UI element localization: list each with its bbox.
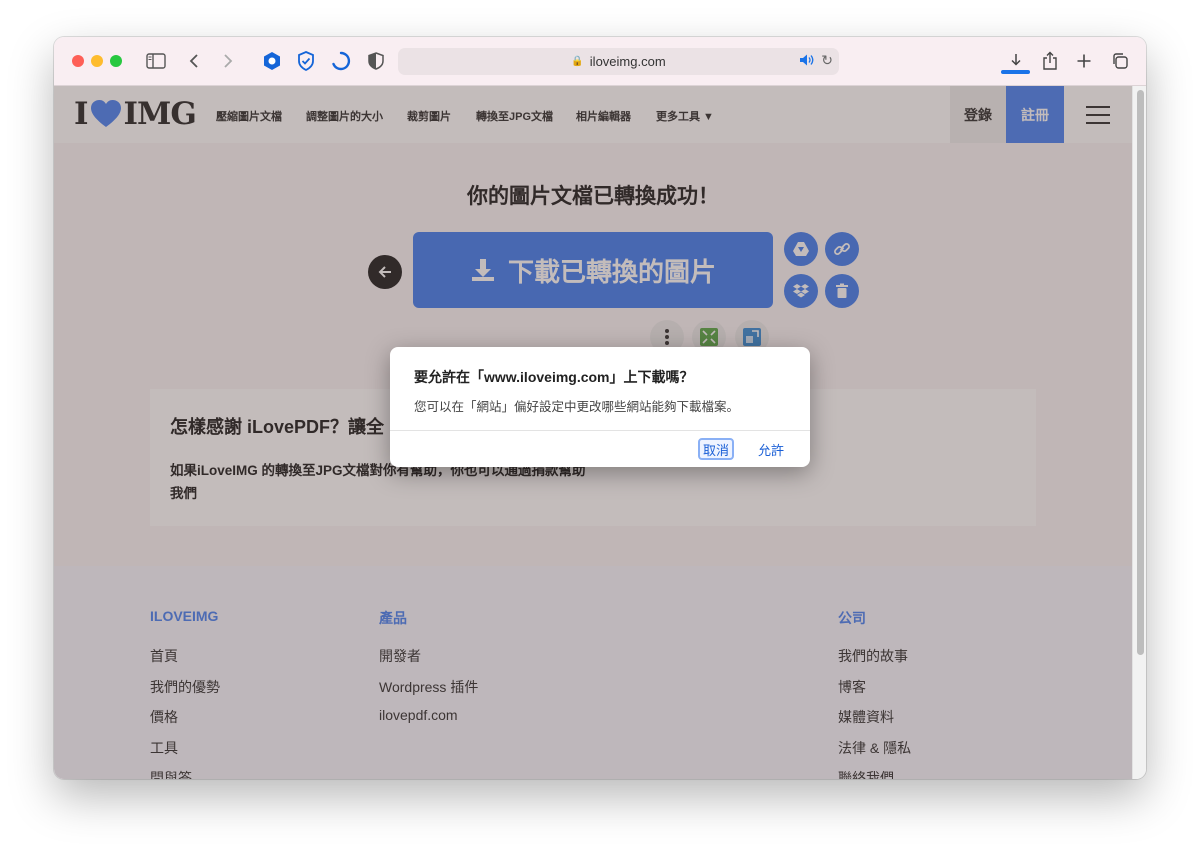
page-scrollbar[interactable] <box>1132 86 1146 779</box>
browser-toolbar: 🔒 iloveimg.com ↻ <box>54 37 1146 86</box>
minimize-window-button[interactable] <box>91 55 103 67</box>
shield-check-icon[interactable] <box>294 49 318 73</box>
download-permission-dialog: 要允許在「www.iloveimg.com」上下載嗎？ 您可以在「網站」偏好設定… <box>390 347 810 467</box>
privacy-shield-icon[interactable] <box>364 49 388 73</box>
extension-hex-icon[interactable] <box>260 49 284 73</box>
web-page: I IMG 壓縮圖片文檔 調整圖片的大小 裁剪圖片 轉換至JPG文檔 相片編輯器… <box>54 86 1132 779</box>
close-window-button[interactable] <box>72 55 84 67</box>
browser-window: 🔒 iloveimg.com ↻ I IMG 壓縮圖片文檔 調整圖片的大小 裁剪… <box>54 37 1146 779</box>
cancel-button[interactable]: 取消 <box>698 438 734 460</box>
dialog-divider <box>390 430 810 431</box>
allow-button[interactable]: 允許 <box>750 438 792 460</box>
address-url: iloveimg.com <box>589 54 666 69</box>
reload-icon[interactable]: ↻ <box>821 52 833 69</box>
lock-icon: 🔒 <box>571 56 584 67</box>
dialog-title: 要允許在「www.iloveimg.com」上下載嗎？ <box>414 369 694 385</box>
download-progress-indicator <box>1001 70 1030 74</box>
zoom-window-button[interactable] <box>110 55 122 67</box>
share-icon[interactable] <box>1038 49 1062 73</box>
back-icon[interactable] <box>182 49 206 73</box>
scrollbar-thumb[interactable] <box>1137 90 1144 655</box>
forward-icon[interactable] <box>216 49 240 73</box>
loading-spinner-icon[interactable] <box>329 49 353 73</box>
address-bar[interactable]: 🔒 iloveimg.com ↻ <box>398 48 839 75</box>
dialog-message: 您可以在「網站」偏好設定中更改哪些網站能夠下載檔案。 <box>414 400 740 414</box>
speaker-icon[interactable] <box>799 53 815 70</box>
tab-overview-icon[interactable] <box>1108 49 1132 73</box>
sidebar-toggle-icon[interactable] <box>144 49 168 73</box>
new-tab-icon[interactable] <box>1072 49 1096 73</box>
